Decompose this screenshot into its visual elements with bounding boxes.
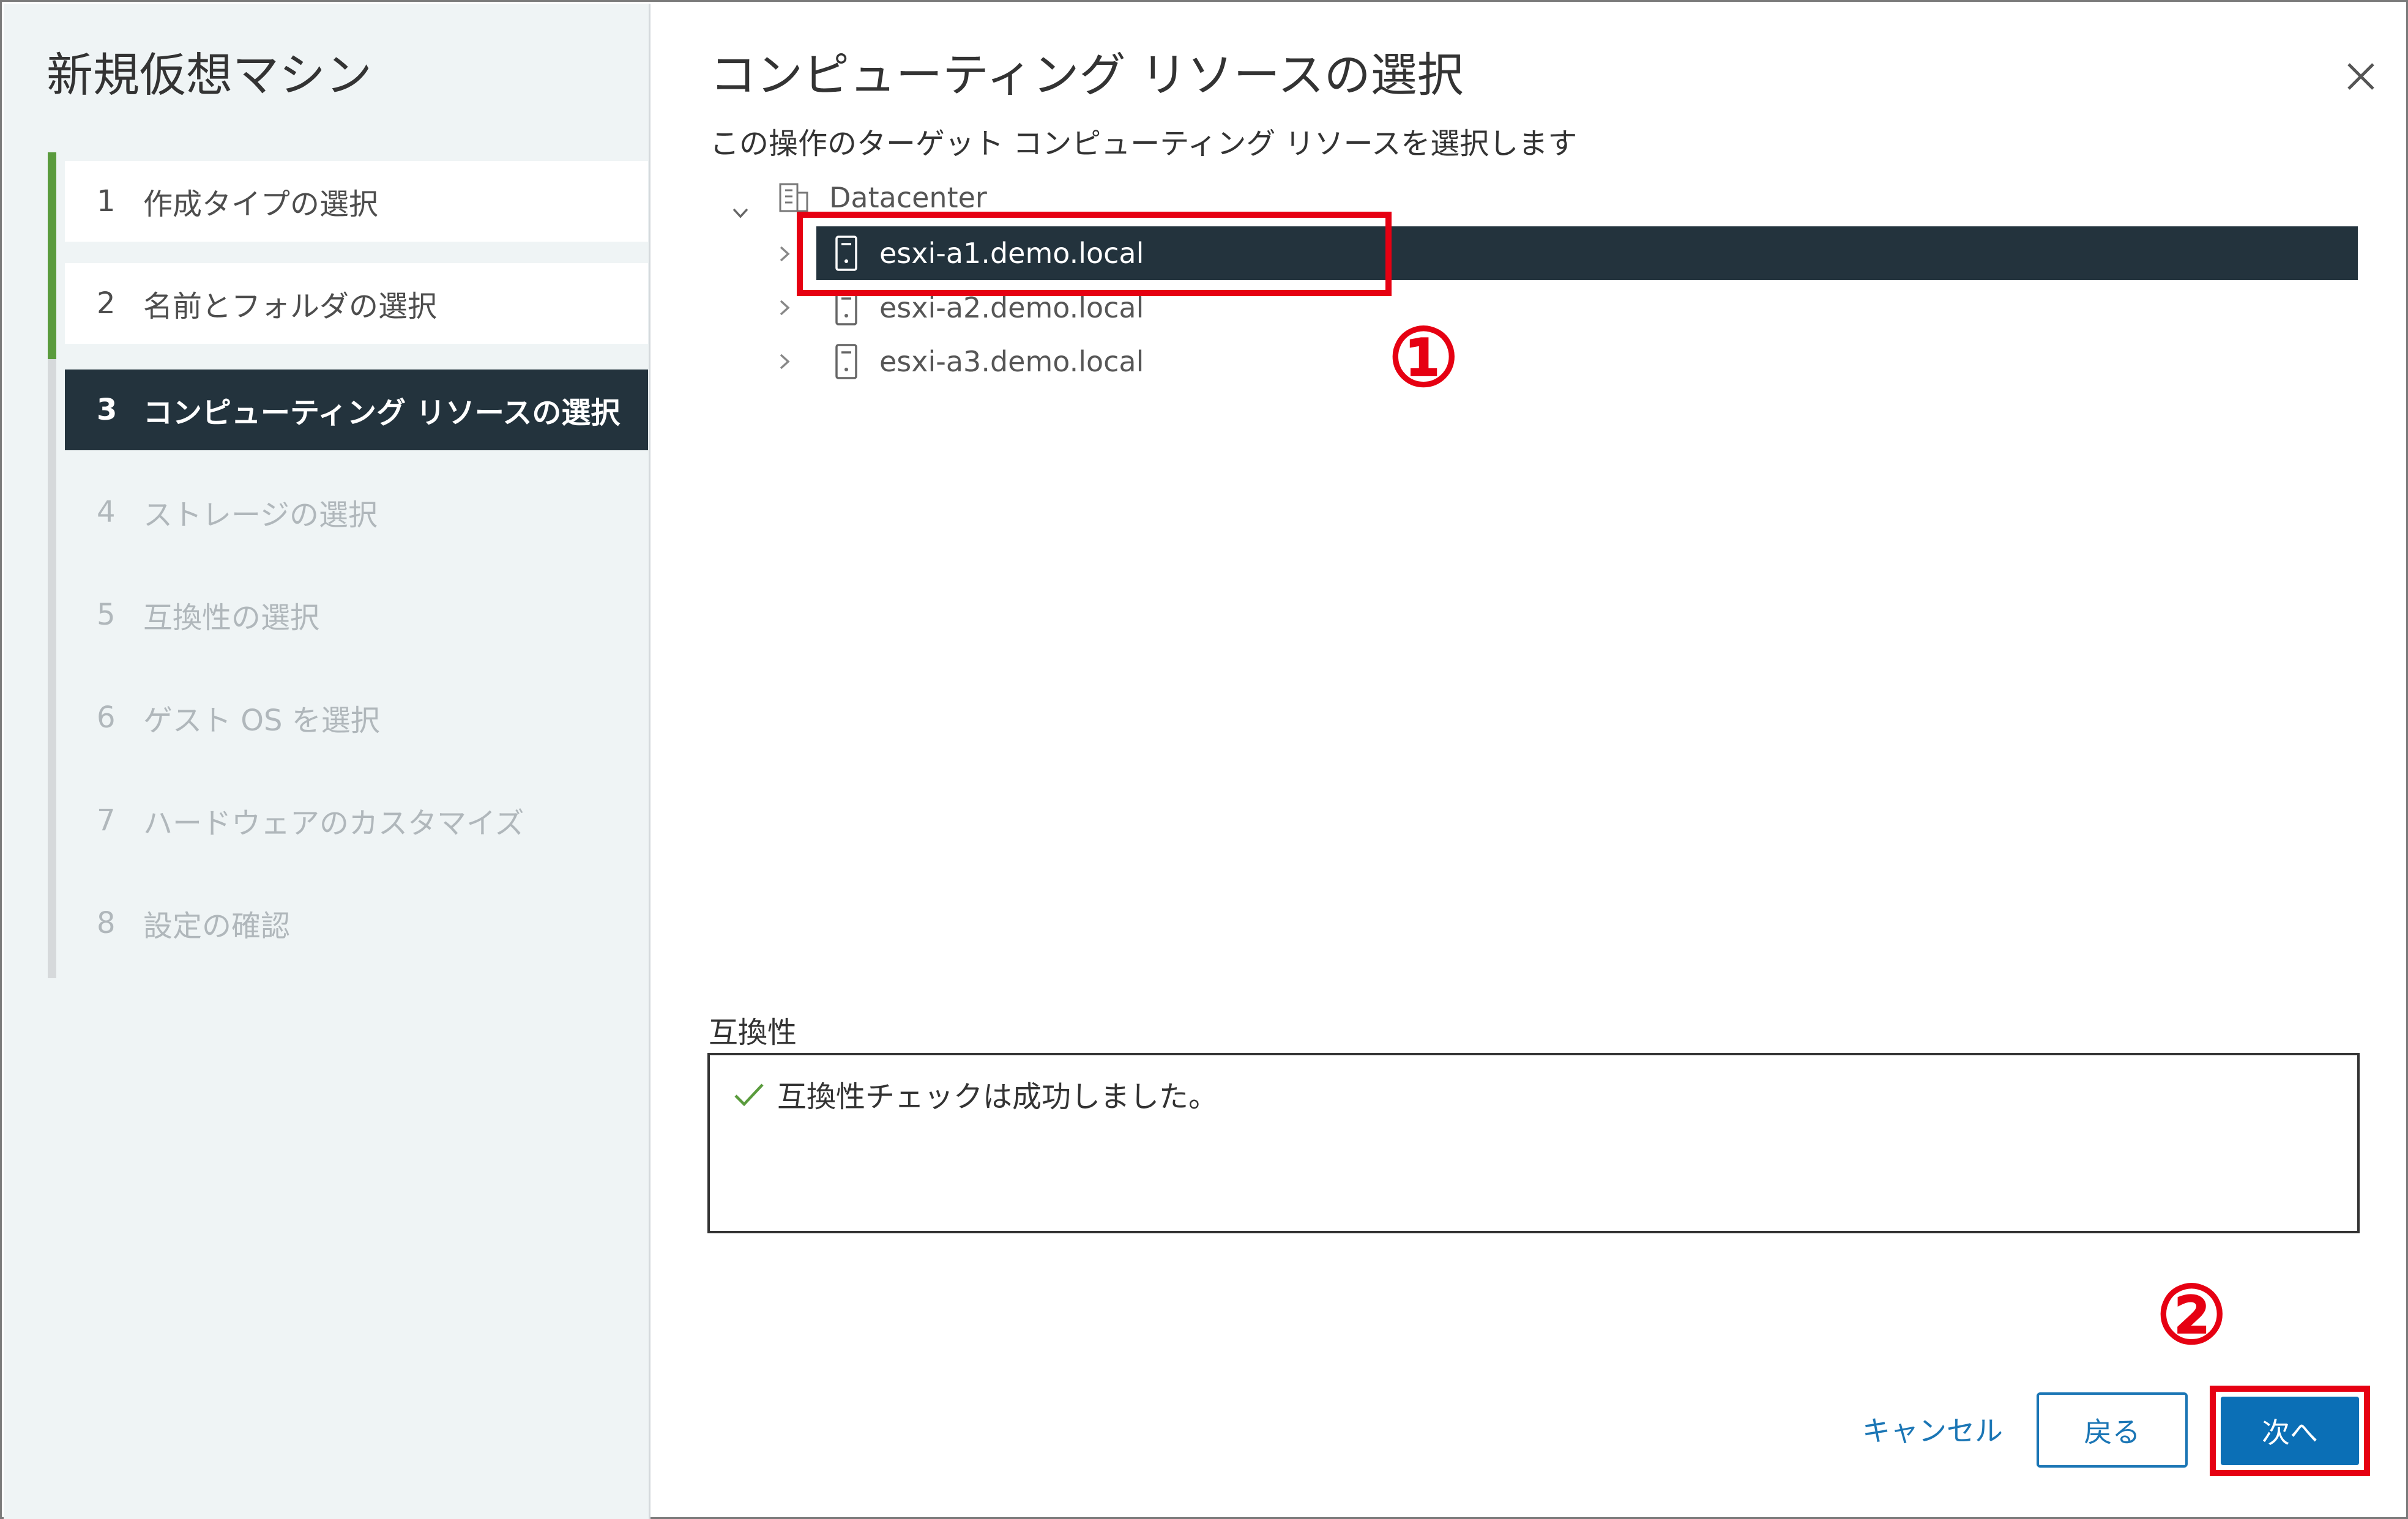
step-label: コンピューティング リソースの選択 [143,396,621,430]
tree-node-host-3[interactable]: esxi-a3.demo.local [816,336,2358,387]
wizard-step-6: 6 ゲスト OS を選択 [65,677,648,758]
compatibility-panel: 互換性チェックは成功しました。 [707,1053,2360,1233]
callout-marker-1: ① [1388,311,1459,404]
wizard-title: 新規仮想マシン [47,48,372,102]
tree-node-label: Datacenter [829,181,987,214]
step-label: 設定の確認 [143,909,291,943]
wizard-sidebar: 新規仮想マシン 1 作成タイプの選択 2 名前とフォルダの選択 3 コンピューテ… [4,4,650,1519]
compatibility-label: 互換性 [709,1016,797,1050]
progress-rail-completed [48,152,56,359]
step-number: 4 [97,495,116,529]
wizard-step-4: 4 ストレージの選択 [65,472,648,552]
next-button[interactable]: 次へ [2221,1397,2359,1465]
step-label: 名前とフォルダの選択 [143,289,438,324]
check-icon [734,1083,764,1107]
close-icon[interactable] [2343,58,2379,95]
wizard-step-3[interactable]: 3 コンピューティング リソースの選択 [65,370,648,450]
step-number: 5 [97,598,116,632]
callout-highlight-next: 次へ [2210,1386,2370,1476]
chevron-right-icon[interactable] [774,243,795,264]
wizard-step-5: 5 互換性の選択 [65,574,648,655]
callout-marker-2: ② [2156,1268,2227,1362]
wizard-step-8: 8 設定の確認 [65,883,648,964]
back-button[interactable]: 戻る [2037,1392,2188,1468]
chevron-right-icon[interactable] [774,351,795,372]
tree-node-label: esxi-a2.demo.local [879,291,1144,324]
building-icon [779,183,808,212]
step-label: 互換性の選択 [143,601,320,635]
chevron-right-icon[interactable] [774,297,795,318]
step-label: ストレージの選択 [143,498,378,532]
step-number: 3 [97,393,117,427]
callout-highlight-host [797,212,1392,296]
compatibility-message: 互換性チェックは成功しました。 [777,1080,1218,1114]
step-number: 6 [97,700,116,735]
step-number: 1 [97,184,116,218]
page-subtitle: この操作のターゲット コンピューティング リソースを選択します [710,127,1578,161]
step-number: 2 [97,286,116,321]
new-vm-dialog: 新規仮想マシン 1 作成タイプの選択 2 名前とフォルダの選択 3 コンピューテ… [0,0,2408,1519]
wizard-step-2[interactable]: 2 名前とフォルダの選択 [65,263,648,344]
cancel-button[interactable]: キャンセル [1862,1409,2003,1449]
step-label: 作成タイプの選択 [143,187,379,221]
step-label: ハードウェアのカスタマイズ [143,806,524,841]
tree-node-label: esxi-a3.demo.local [879,345,1144,378]
host-icon [835,344,857,379]
step-number: 8 [97,906,116,940]
chevron-down-icon[interactable] [730,202,751,223]
wizard-step-1[interactable]: 1 作成タイプの選択 [65,161,648,242]
step-label: ゲスト OS を選択 [143,704,380,738]
step-number: 7 [97,803,116,837]
page-title: コンピューティング リソースの選択 [710,48,1464,102]
wizard-step-7: 7 ハードウェアのカスタマイズ [65,780,648,861]
